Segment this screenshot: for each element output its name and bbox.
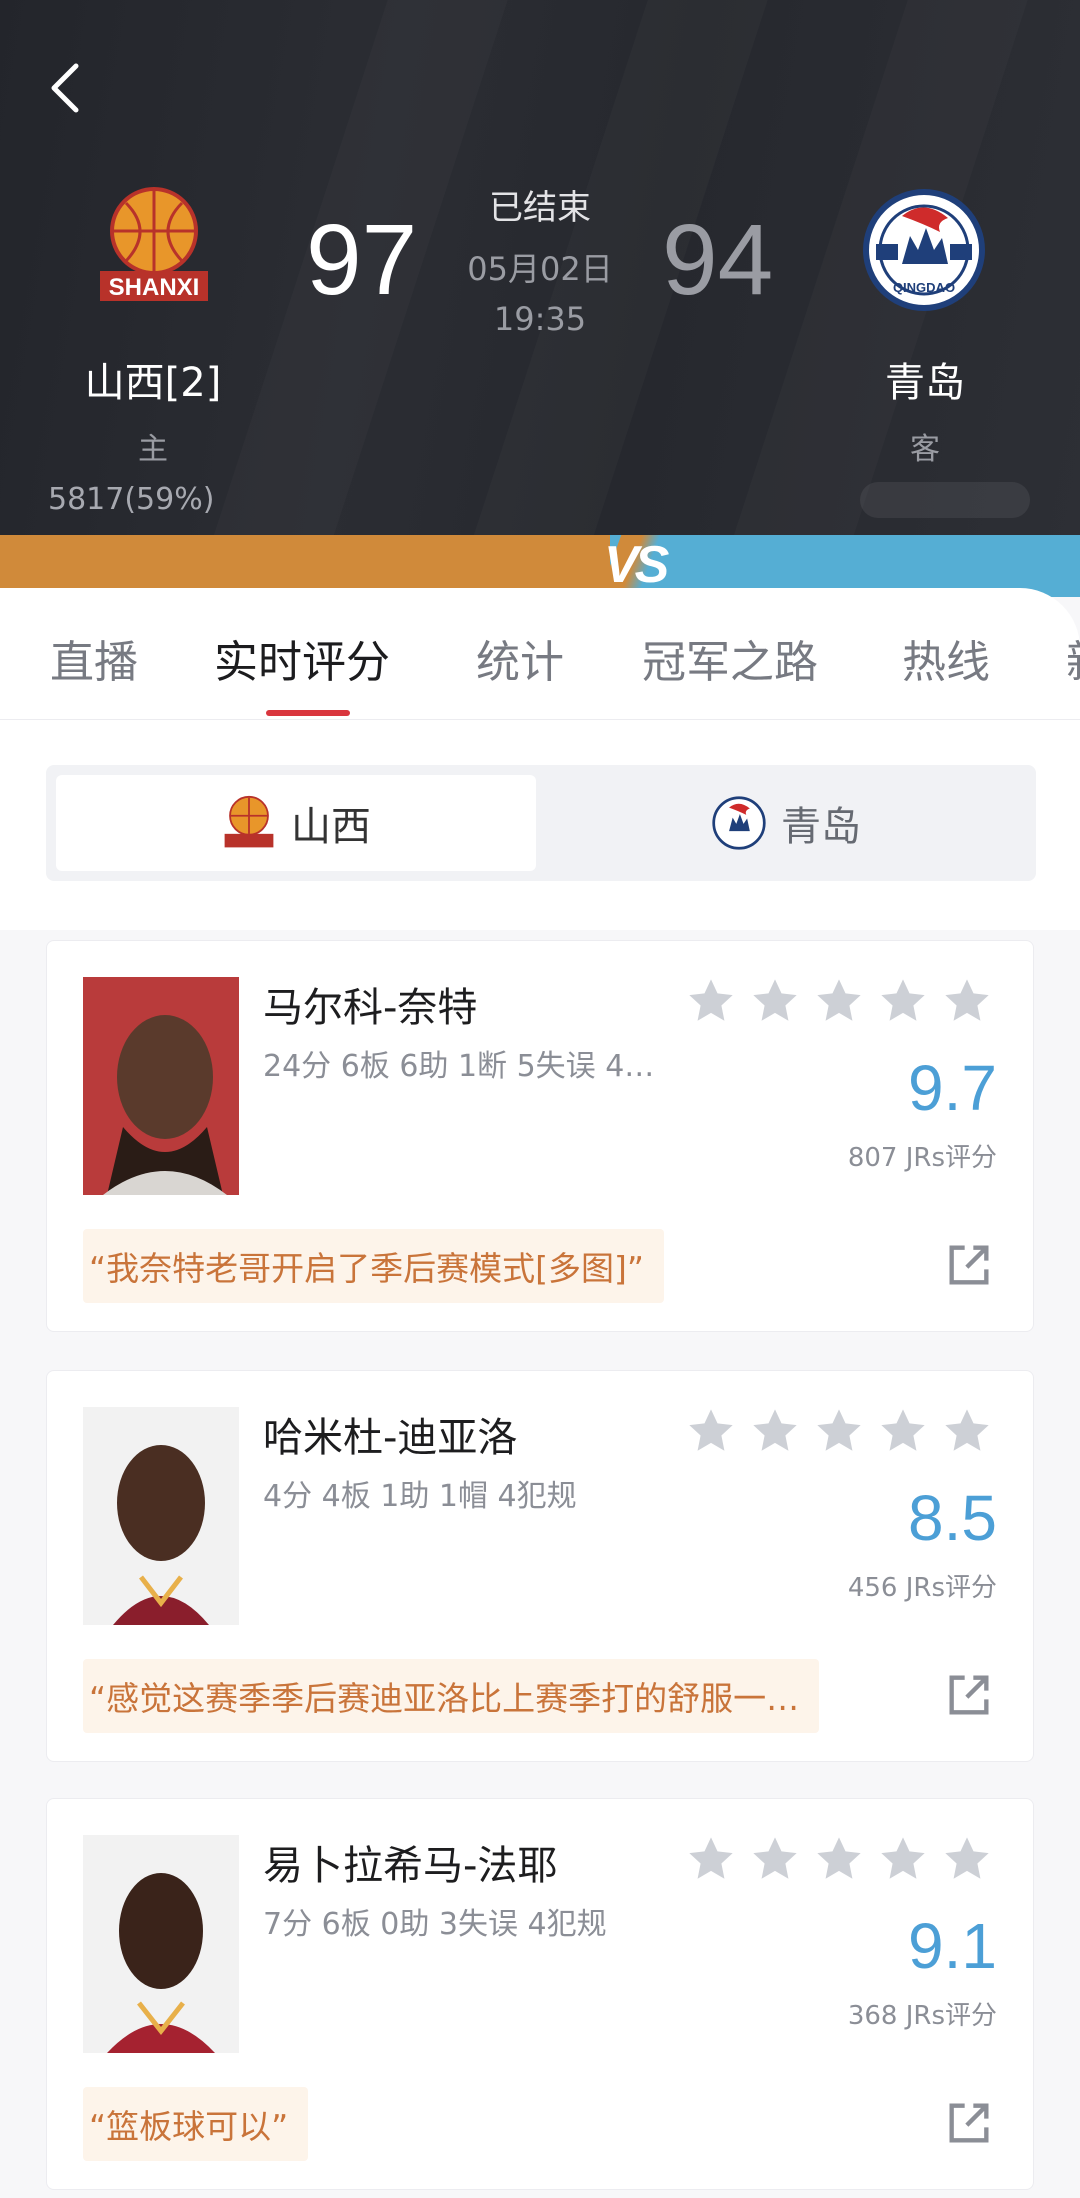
- star-icon[interactable]: [941, 1833, 993, 1885]
- player-rating: 9.7: [908, 1052, 997, 1124]
- away-team-mini-logo: [712, 796, 766, 850]
- home-team-role: 主: [138, 432, 168, 467]
- star-icon[interactable]: [685, 1833, 737, 1885]
- tab-bar: 直播 实时评分 统计 冠军之路 热线 新: [0, 588, 1080, 720]
- game-header: SHANXI 山西[2] 主 5817(59%) 97 已结束 05月02日 1…: [0, 0, 1080, 540]
- star-icon[interactable]: [813, 1405, 865, 1457]
- star-icon[interactable]: [749, 1833, 801, 1885]
- toggle-away-team[interactable]: 青岛: [546, 775, 1026, 871]
- share-icon[interactable]: [943, 1239, 995, 1291]
- vs-label: VS: [604, 536, 669, 594]
- home-score: 97: [306, 204, 418, 316]
- tab-live[interactable]: 直播: [50, 626, 138, 690]
- player-name: 马尔科-奈特: [263, 985, 478, 1031]
- toggle-away-label: 青岛: [781, 804, 861, 850]
- rating-stars[interactable]: [685, 1405, 993, 1457]
- star-icon[interactable]: [877, 975, 929, 1027]
- player-stats: 7分 6板 0助 3失误 4犯规: [263, 1907, 607, 1942]
- player-photo: [83, 1407, 239, 1625]
- chevron-left-icon: [51, 63, 79, 113]
- tab-active-indicator: [266, 710, 350, 716]
- tab-champion-road[interactable]: 冠军之路: [642, 626, 818, 690]
- share-icon[interactable]: [943, 1669, 995, 1721]
- star-icon[interactable]: [941, 975, 993, 1027]
- team-toggle: 山西 青岛: [46, 765, 1036, 881]
- star-icon[interactable]: [941, 1405, 993, 1457]
- top-comment[interactable]: “感觉这赛季季后赛迪亚洛比上赛季打的舒服一…: [83, 1659, 820, 1733]
- away-support-count: [860, 482, 1030, 518]
- player-rating: 8.5: [908, 1482, 997, 1554]
- home-team-mini-logo: [224, 795, 274, 848]
- rating-stars[interactable]: [685, 1833, 993, 1885]
- tab-hotline[interactable]: 热线: [902, 626, 990, 690]
- game-status: 已结束: [489, 188, 591, 228]
- rating-stars[interactable]: [685, 975, 993, 1027]
- rating-count: 807 JRs评分: [847, 1143, 997, 1173]
- tab-more[interactable]: 新: [1066, 626, 1080, 690]
- player-stats: 4分 4板 1助 1帽 4犯规: [263, 1479, 577, 1514]
- player-name: 易卜拉希马-法耶: [263, 1843, 558, 1889]
- star-icon[interactable]: [813, 1833, 865, 1885]
- tab-stats[interactable]: 统计: [476, 626, 564, 690]
- player-rating: 9.1: [908, 1910, 997, 1982]
- away-logo-text: QINGDAO: [893, 280, 955, 295]
- player-photo: [83, 1835, 239, 2053]
- home-support-count: 5817(59%): [48, 482, 215, 517]
- away-score: 94: [662, 204, 774, 316]
- home-team-name[interactable]: 山西[2]: [43, 350, 263, 408]
- star-icon[interactable]: [877, 1405, 929, 1457]
- home-team-logo[interactable]: SHANXI: [92, 185, 216, 309]
- player-card[interactable]: 马尔科-奈特 24分 6板 6助 1断 5失误 4… 9.7 807 JRs评分…: [46, 940, 1034, 1332]
- toggle-home-label: 山西: [291, 804, 371, 850]
- toggle-home-team[interactable]: 山西: [56, 775, 536, 871]
- home-logo-text: SHANXI: [109, 274, 200, 301]
- player-photo: [83, 977, 239, 1195]
- game-date: 05月02日: [467, 250, 613, 288]
- away-team-logo[interactable]: QINGDAO: [862, 188, 986, 312]
- away-team-name[interactable]: 青岛: [815, 350, 1035, 408]
- star-icon[interactable]: [685, 975, 737, 1027]
- player-stats: 24分 6板 6助 1断 5失误 4…: [263, 1049, 655, 1084]
- top-comment[interactable]: “篮板球可以”: [83, 2087, 309, 2161]
- player-name: 哈米杜-迪亚洛: [263, 1415, 518, 1461]
- star-icon[interactable]: [749, 1405, 801, 1457]
- away-team-role: 客: [910, 432, 940, 467]
- player-card[interactable]: 哈米杜-迪亚洛 4分 4板 1助 1帽 4犯规 8.5 456 JRs评分 “感…: [46, 1370, 1034, 1762]
- star-icon[interactable]: [749, 975, 801, 1027]
- star-icon[interactable]: [877, 1833, 929, 1885]
- share-icon[interactable]: [943, 2097, 995, 2149]
- star-icon[interactable]: [813, 975, 865, 1027]
- rating-count: 368 JRs评分: [847, 2001, 997, 2031]
- rating-count: 456 JRs评分: [847, 1573, 997, 1603]
- star-icon[interactable]: [685, 1405, 737, 1457]
- player-card[interactable]: 易卜拉希马-法耶 7分 6板 0助 3失误 4犯规 9.1 368 JRs评分 …: [46, 1798, 1034, 2190]
- top-comment[interactable]: “我奈特老哥开启了季后赛模式[多图]”: [83, 1229, 664, 1303]
- game-time: 19:35: [493, 300, 587, 338]
- tab-realtime-rating[interactable]: 实时评分: [214, 626, 390, 690]
- back-button[interactable]: [40, 58, 90, 118]
